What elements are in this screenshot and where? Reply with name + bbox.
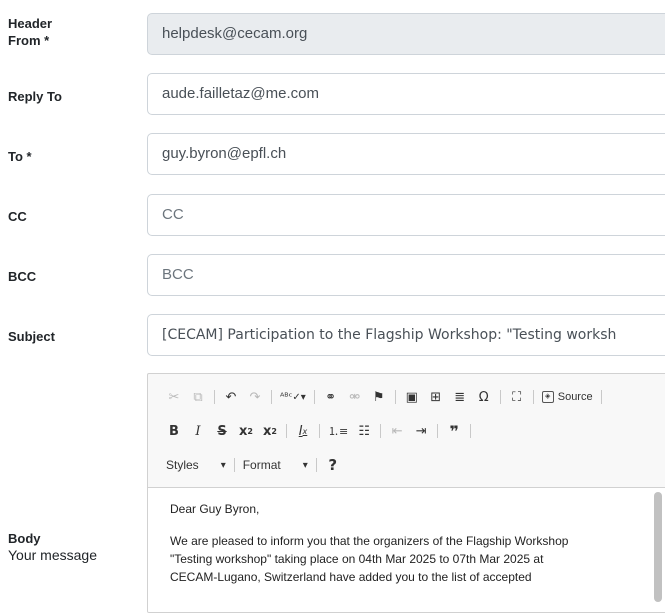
toolbar-separator (499, 390, 501, 404)
numbered-list-icon[interactable]: ⒈≡ (328, 422, 348, 440)
body-label: Body Your message (8, 531, 97, 563)
spellcheck-icon[interactable]: ᴬᴮᶜ✓▾ (280, 388, 306, 406)
undo-icon[interactable]: ↶ (223, 388, 239, 406)
toolbar-separator (313, 390, 315, 404)
outdent-icon[interactable]: ⇤ (389, 422, 405, 440)
greeting-text: Dear Guy Byron, (170, 502, 260, 516)
toolbar-row-2: B I S x2 x2 Ix ⒈≡ ☷ ⇤ ⇥ ❞ (148, 420, 479, 442)
toolbar-row-1: ✂ ⧉ ↶ ↷ ᴬᴮᶜ✓▾ ⚭ ⚮ ⚑ ▣ ⊞ ≣ Ω ⛶ ◈ Source (148, 386, 610, 408)
toolbar-separator (437, 424, 439, 438)
reply-to-label: Reply To (8, 89, 62, 104)
bullet-list-icon[interactable]: ☷ (356, 422, 372, 440)
strike-icon[interactable]: S (214, 422, 230, 440)
chevron-down-icon: ▾ (220, 459, 226, 471)
toolbar-separator (394, 390, 396, 404)
subscript-icon[interactable]: x2 (238, 422, 254, 440)
to-field[interactable]: guy.byron@epfl.ch (147, 133, 665, 175)
body-line: We are pleased to inform you that the or… (170, 534, 569, 548)
toolbar-separator (271, 390, 272, 404)
link-icon[interactable]: ⚭ (323, 388, 339, 406)
editor-content[interactable]: Dear Guy Byron, We are pleased to inform… (148, 487, 665, 612)
help-button[interactable]: ? (325, 456, 341, 474)
toolbar-separator (286, 424, 287, 438)
cc-field[interactable]: CC (147, 194, 665, 236)
copy-icon[interactable]: ⧉ (190, 388, 206, 406)
remove-format-icon[interactable]: Ix (295, 422, 311, 440)
bcc-field[interactable]: BCC (147, 254, 665, 296)
cc-label: CC (8, 209, 27, 224)
indent-icon[interactable]: ⇥ (413, 422, 429, 440)
anchor-icon[interactable]: ⚑ (371, 388, 387, 406)
editor-scrollbar[interactable] (654, 492, 662, 602)
chevron-down-icon: ▾ (302, 459, 308, 471)
subject-label: Subject (8, 329, 55, 344)
toolbar-separator (380, 424, 382, 438)
toolbar-separator (233, 458, 235, 472)
bcc-label: BCC (8, 269, 37, 284)
bold-icon[interactable]: B (166, 422, 182, 440)
toolbar-separator (214, 390, 215, 404)
styles-dropdown[interactable]: Styles ▾ (166, 458, 226, 472)
toolbar-row-3: Styles ▾ Format ▾ ? (148, 454, 349, 476)
cut-icon[interactable]: ✂ (166, 388, 182, 406)
italic-icon[interactable]: I (190, 422, 206, 440)
special-char-icon[interactable]: Ω (476, 388, 492, 406)
horizontal-line-icon[interactable]: ≣ (452, 388, 468, 406)
body-line: "Testing workshop" taking place on 04th … (170, 552, 544, 566)
from-field[interactable]: helpdesk@cecam.org (147, 13, 665, 55)
format-dropdown[interactable]: Format ▾ (243, 458, 308, 472)
table-icon[interactable]: ⊞ (428, 388, 444, 406)
toolbar-separator (315, 458, 317, 472)
to-label: To * (8, 149, 32, 164)
blockquote-icon[interactable]: ❞ (446, 422, 462, 441)
toolbar-separator (319, 424, 320, 438)
rich-text-editor: ✂ ⧉ ↶ ↷ ᴬᴮᶜ✓▾ ⚭ ⚮ ⚑ ▣ ⊞ ≣ Ω ⛶ ◈ Source B… (147, 373, 665, 613)
unlink-icon[interactable]: ⚮ (347, 388, 363, 406)
source-button[interactable]: ◈ Source (541, 391, 593, 403)
header-from-label: Header From * (8, 16, 53, 48)
source-icon: ◈ (541, 391, 554, 403)
subject-field[interactable]: [CECAM] Participation to the Flagship Wo… (147, 314, 665, 356)
toolbar-separator (532, 390, 534, 404)
superscript-icon[interactable]: x2 (262, 422, 278, 440)
body-line: CECAM-Lugano, Switzerland have added you… (170, 570, 532, 584)
toolbar-separator (470, 424, 472, 438)
reply-to-field[interactable]: aude.failletaz@me.com (147, 73, 665, 115)
maximize-icon[interactable]: ⛶ (509, 388, 525, 406)
redo-icon[interactable]: ↷ (247, 388, 263, 406)
image-icon[interactable]: ▣ (404, 388, 420, 406)
body-sublabel: Your message (8, 547, 97, 563)
toolbar-separator (600, 390, 602, 404)
